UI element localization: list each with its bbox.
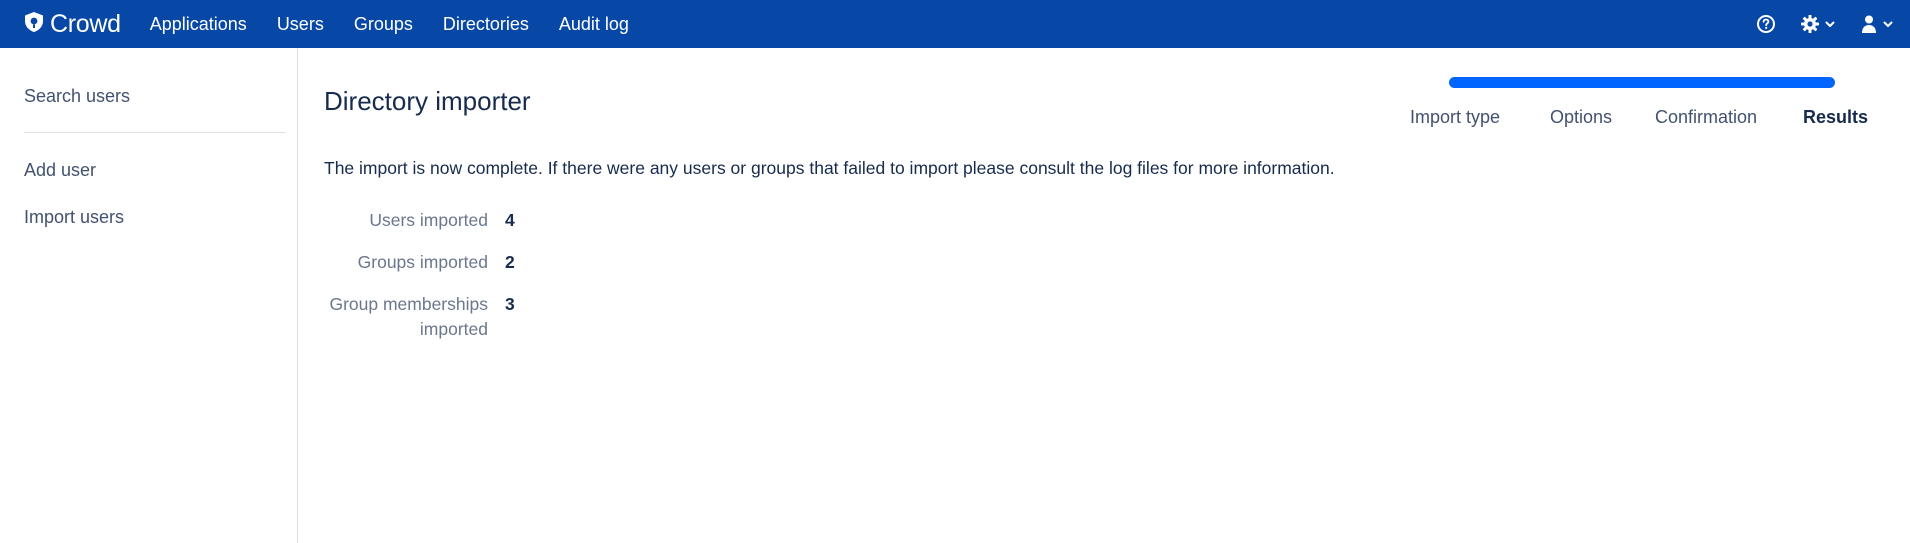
- logo-text: Crowd: [50, 9, 121, 38]
- user-menu-button[interactable]: [1860, 0, 1894, 48]
- step-results: Results: [1803, 107, 1869, 127]
- sidebar-divider: [24, 132, 286, 133]
- settings-icon: [1801, 15, 1819, 33]
- sidebar-item-import-users[interactable]: Import users: [24, 207, 124, 228]
- nav-directories[interactable]: Directories: [428, 0, 544, 48]
- sidebar-item-search-users[interactable]: Search users: [24, 86, 130, 107]
- sidebar-item-add-user[interactable]: Add user: [24, 160, 96, 181]
- top-navigation-bar: Crowd Applications Users Groups Director…: [0, 0, 1910, 48]
- stat-value-memberships: 3: [505, 294, 515, 314]
- crowd-logo-link[interactable]: Crowd: [22, 0, 121, 48]
- nav-users[interactable]: Users: [262, 0, 339, 48]
- import-complete-message: The import is now complete. If there wer…: [324, 158, 1335, 178]
- stat-value-groups: 2: [505, 252, 515, 272]
- sidebar: Search users Add user Import users: [0, 48, 298, 543]
- crowd-logo-icon: [22, 10, 46, 39]
- help-icon: [1757, 15, 1775, 33]
- settings-button[interactable]: [1800, 0, 1836, 48]
- page-title: Directory importer: [324, 86, 531, 116]
- user-icon: [1862, 15, 1876, 33]
- chevron-down-icon: [1825, 21, 1835, 27]
- nav-audit-log[interactable]: Audit log: [544, 0, 644, 48]
- main-nav: Applications Users Groups Directories Au…: [135, 0, 644, 48]
- nav-applications[interactable]: Applications: [135, 0, 262, 48]
- chevron-down-icon: [1883, 21, 1893, 27]
- step-options: Options: [1550, 107, 1613, 127]
- nav-groups[interactable]: Groups: [339, 0, 428, 48]
- stat-label-memberships: Group memberships imported: [329, 294, 488, 339]
- progress-bar: [1449, 77, 1835, 88]
- header-actions: [1732, 0, 1894, 48]
- step-confirmation: Confirmation: [1655, 107, 1758, 127]
- step-import-type: Import type: [1410, 107, 1501, 127]
- stat-label-groups: Groups imported: [357, 252, 488, 272]
- stat-value-users: 4: [505, 210, 515, 230]
- help-button[interactable]: [1756, 0, 1776, 48]
- stat-label-users: Users imported: [369, 210, 488, 230]
